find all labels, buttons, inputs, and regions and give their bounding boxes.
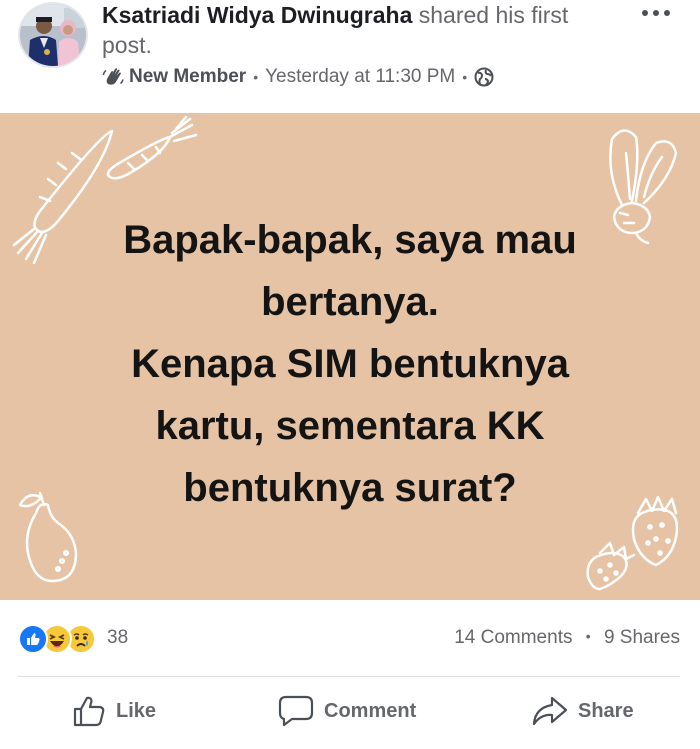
separator-dot: • (462, 69, 468, 85)
like-button[interactable]: Like (72, 695, 156, 727)
separator-dot: • (585, 628, 591, 644)
post-header: Ksatriadi Widya Dwinugraha shared his fi… (0, 0, 700, 113)
post-timestamp[interactable]: Yesterday at 11:30 PM (265, 66, 455, 88)
comment-button[interactable]: Comment (278, 695, 416, 727)
post-text-line: Kenapa SIM bentuknya (131, 342, 569, 386)
avatar[interactable] (18, 2, 88, 68)
reaction-count[interactable]: 38 (107, 627, 128, 649)
globe-icon (474, 67, 494, 87)
more-options-icon (642, 10, 670, 16)
comments-count[interactable]: 14 Comments (454, 627, 572, 648)
more-options-button[interactable] (638, 2, 674, 24)
shared-line: Ksatriadi Widya Dwinugraha shared his fi… (102, 0, 622, 60)
shares-count[interactable]: 9 Shares (604, 627, 680, 648)
thumbs-up-icon (73, 696, 105, 727)
share-arrow-icon (532, 696, 568, 726)
badge-label: New Member (129, 66, 247, 87)
share-label: Share (578, 699, 634, 722)
share-button[interactable]: Share (532, 695, 634, 727)
post-text: Bapak-bapak, saya mau bertanya. Kenapa S… (40, 209, 660, 519)
separator-dot: • (253, 69, 259, 85)
waving-hand-icon (102, 68, 124, 85)
strawberry-doodle-small (586, 541, 636, 591)
post-actions: Like Comment Share (0, 677, 700, 749)
engagement-counts: 14 Comments • 9 Shares (454, 627, 680, 649)
reactions-bar: 38 14 Comments • 9 Shares (0, 600, 700, 676)
post-text-line: Bapak-bapak, saya mau (123, 218, 577, 262)
post-text-line: bertanya. (261, 280, 439, 324)
comment-bubble-icon (278, 695, 314, 727)
author-name[interactable]: Ksatriadi Widya Dwinugraha (102, 2, 412, 28)
reaction-icons[interactable] (18, 624, 96, 654)
comment-label: Comment (324, 699, 417, 722)
small-carrot-doodle (106, 115, 198, 180)
header-text: Ksatriadi Widya Dwinugraha shared his fi… (102, 0, 622, 60)
like-reaction-icon (18, 624, 48, 654)
like-label: Like (116, 699, 157, 722)
post-text-line: bentuknya surat? (183, 466, 517, 510)
post-text-line: kartu, sementara KK (155, 404, 545, 448)
post-text-card[interactable]: Bapak-bapak, saya mau bertanya. Kenapa S… (0, 113, 700, 600)
meta-line: New Member • Yesterday at 11:30 PM • (102, 66, 494, 88)
new-member-badge[interactable]: New Member (102, 66, 246, 88)
